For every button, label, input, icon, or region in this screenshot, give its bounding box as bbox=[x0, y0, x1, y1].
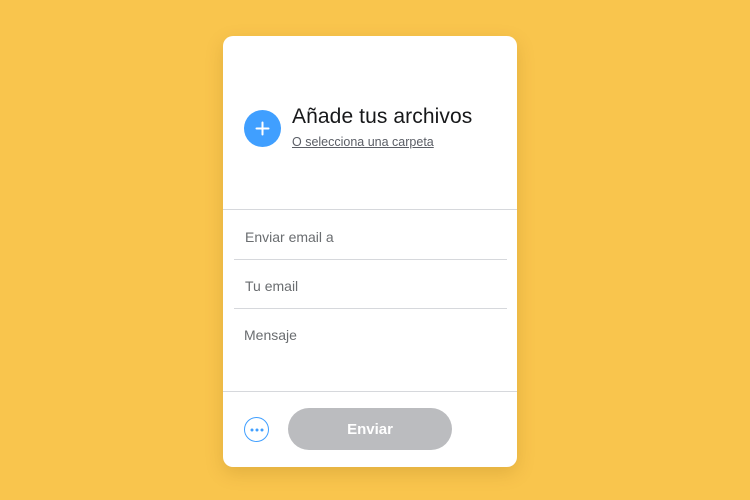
divider bbox=[223, 209, 517, 210]
sender-email-input[interactable] bbox=[245, 276, 507, 296]
select-folder-link[interactable]: O selecciona una carpeta bbox=[292, 135, 434, 149]
upload-area[interactable]: Añade tus archivos O selecciona una carp… bbox=[223, 36, 517, 209]
recipient-email-input[interactable] bbox=[245, 227, 507, 247]
divider bbox=[234, 259, 507, 260]
more-options-button[interactable] bbox=[244, 417, 269, 442]
divider bbox=[234, 308, 507, 309]
transfer-card: Añade tus archivos O selecciona una carp… bbox=[223, 36, 517, 467]
message-textarea[interactable] bbox=[244, 326, 506, 386]
add-files-title[interactable]: Añade tus archivos bbox=[292, 105, 472, 129]
more-options-icon bbox=[250, 428, 263, 431]
card-footer: Enviar bbox=[223, 392, 517, 467]
send-button[interactable]: Enviar bbox=[288, 408, 452, 450]
add-files-button[interactable] bbox=[244, 110, 281, 147]
plus-icon bbox=[255, 121, 270, 136]
